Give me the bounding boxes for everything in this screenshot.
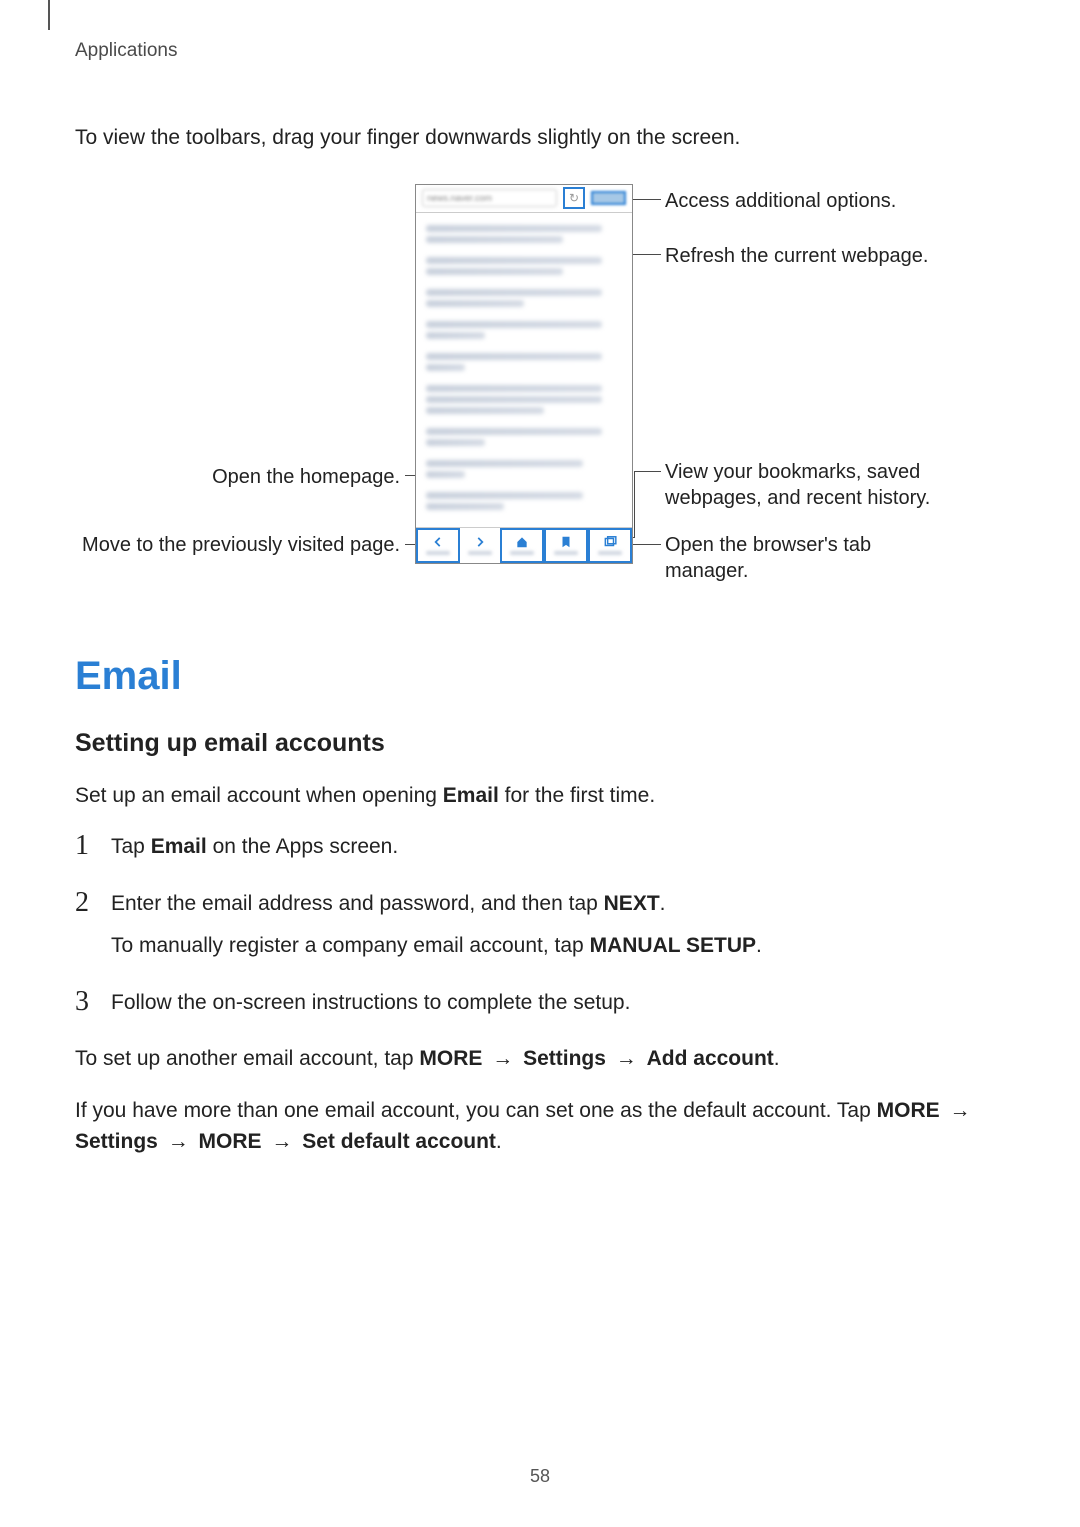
step-body: Follow the on-screen instructions to com…	[111, 987, 630, 1020]
arrow-icon: →	[949, 1095, 970, 1127]
arrow-icon: →	[168, 1126, 189, 1158]
browser-back-button-highlight	[416, 528, 460, 563]
browser-bookmarks-button-highlight	[544, 528, 588, 563]
refresh-highlight-box: ↻	[563, 187, 585, 209]
callout-tab-manager: Open the browser's tab manager.	[665, 532, 945, 584]
callout-line	[635, 471, 661, 472]
arrow-icon: →	[616, 1043, 637, 1075]
browser-home-button-highlight	[500, 528, 544, 563]
step-body: Enter the email address and password, an…	[111, 888, 762, 963]
callout-move-previous: Move to the previously visited page.	[75, 532, 400, 558]
callout-refresh: Refresh the current webpage.	[665, 243, 929, 269]
another-account-paragraph: To set up another email account, tap MOR…	[75, 1043, 1005, 1075]
step-body: Tap Email on the Apps screen.	[111, 831, 398, 864]
callout-access-options: Access additional options.	[665, 188, 896, 214]
arrow-icon: →	[271, 1126, 292, 1158]
callout-line	[634, 471, 635, 537]
step-2: 2 Enter the email address and password, …	[75, 888, 1005, 963]
tabs-icon	[603, 535, 617, 549]
browser-diagram: Open the homepage. Move to the previousl…	[75, 184, 1005, 614]
section-header: Applications	[75, 40, 1005, 62]
more-highlight-box	[591, 191, 626, 205]
callout-line	[631, 199, 661, 200]
browser-top-bar: news.naver.com ↻	[416, 185, 632, 213]
step-3: 3 Follow the on-screen instructions to c…	[75, 987, 1005, 1020]
browser-tabs-button-highlight	[588, 528, 632, 563]
step-number: 1	[75, 831, 111, 864]
step-number: 2	[75, 888, 111, 963]
home-icon	[515, 535, 529, 549]
step-1: 1 Tap Email on the Apps screen.	[75, 831, 1005, 864]
callout-bookmarks: View your bookmarks, saved webpages, and…	[665, 459, 985, 511]
bookmark-icon	[559, 535, 573, 549]
subsection-title: Setting up email accounts	[75, 729, 1005, 758]
section-title-email: Email	[75, 654, 1005, 699]
url-bar: news.naver.com	[422, 189, 557, 207]
default-account-paragraph: If you have more than one email account,…	[75, 1095, 1005, 1158]
page-number: 58	[0, 1466, 1080, 1487]
page-body-placeholder	[416, 213, 632, 522]
chevron-left-icon	[431, 535, 445, 549]
browser-forward-button	[460, 528, 500, 563]
intro-paragraph: To view the toolbars, drag your finger d…	[75, 122, 1005, 154]
arrow-icon: →	[492, 1043, 513, 1075]
phone-screenshot: news.naver.com ↻	[415, 184, 633, 564]
callout-open-homepage: Open the homepage.	[75, 464, 400, 490]
corner-decoration	[48, 0, 50, 30]
browser-bottom-bar	[416, 527, 632, 563]
step-number: 3	[75, 987, 111, 1020]
setup-intro-paragraph: Set up an email account when opening Ema…	[75, 780, 1005, 812]
refresh-icon: ↻	[569, 191, 579, 205]
chevron-right-icon	[473, 535, 487, 549]
